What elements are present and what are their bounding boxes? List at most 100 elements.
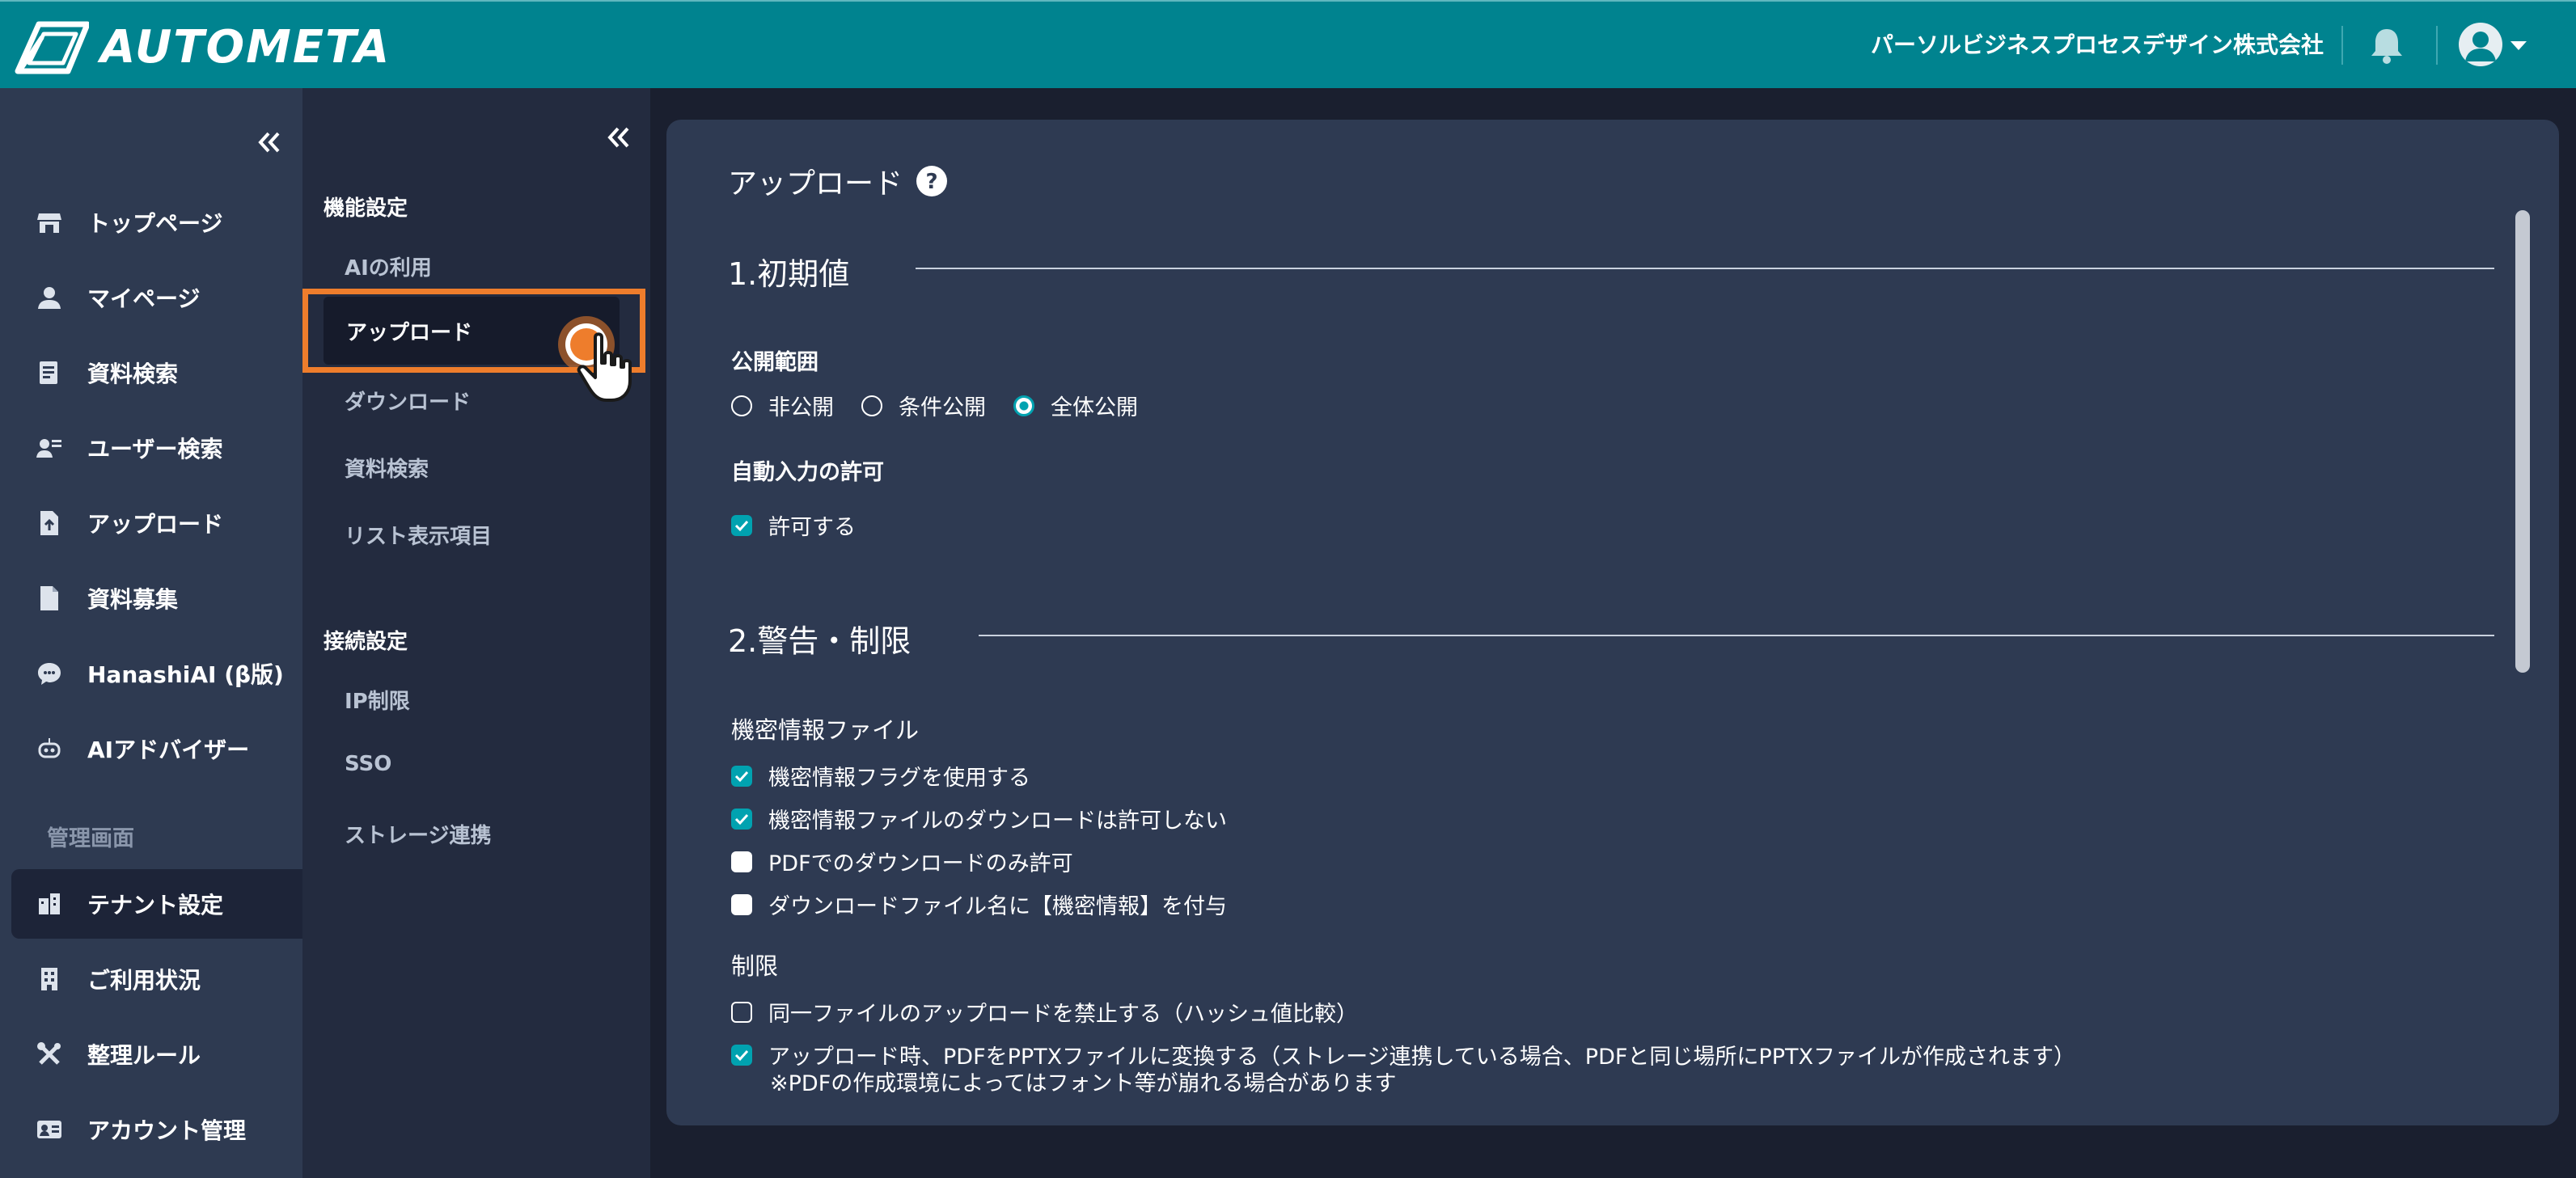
radio-private[interactable]: 非公開 (731, 390, 834, 421)
checkbox-confidential-flag[interactable]: 機密情報フラグを使用する (731, 760, 1030, 792)
radio-label: 全体公開 (1051, 395, 1138, 420)
radio-label: 条件公開 (899, 395, 986, 420)
checkbox-label: 同一ファイルのアップロードを禁止する（ハッシュ値比較） (768, 1002, 1358, 1027)
chat-bubble-icon (38, 663, 61, 685)
checkbox-unchecked[interactable] (731, 851, 752, 872)
radio-conditional[interactable]: 条件公開 (861, 390, 986, 421)
checkbox-hash-compare[interactable]: 同一ファイルのアップロードを禁止する（ハッシュ値比較） (731, 996, 1358, 1028)
radio-button[interactable] (731, 395, 752, 416)
section-divider (979, 635, 2494, 636)
file-icon (40, 586, 58, 610)
sidebar-item-hanashiai[interactable]: HanashiAI (β版) (11, 639, 302, 708)
radio-button-selected[interactable] (1013, 395, 1034, 416)
page-title: アップロード ? (728, 160, 948, 202)
subnav-item-ip[interactable]: IP制限 (345, 685, 410, 715)
panel-scrollbar[interactable] (2515, 210, 2530, 673)
checkbox-label: 許可する (768, 515, 856, 540)
person-icon (38, 287, 61, 309)
radio-public[interactable]: 全体公開 (1013, 390, 1138, 421)
radio-button[interactable] (861, 395, 882, 416)
sidebar-item-doc-search[interactable]: 資料検索 (11, 338, 302, 407)
svg-text:?: ? (925, 170, 937, 194)
checkbox-label: PDFでのダウンロードのみ許可 (768, 851, 1073, 876)
subnav-item-doc-search[interactable]: 資料検索 (345, 453, 429, 483)
collapse-sidebar-icon[interactable] (254, 127, 285, 158)
user-search-icon (36, 439, 61, 458)
checkbox-allow-auto[interactable]: 許可する (731, 509, 856, 541)
sidebar-item-label: HanashiAI (β版) (87, 661, 284, 688)
sidebar-item-label: 資料検索 (87, 361, 179, 387)
caret-down-icon[interactable] (2509, 39, 2528, 52)
sidebar-item-user-search[interactable]: ユーザー検索 (11, 413, 302, 483)
settings-panel: アップロード ? 1.初期値 公開範囲 非公開 条件公開 全体公開 自動入力の許… (666, 120, 2559, 1125)
logo-text: AUTOMETA (100, 21, 391, 74)
main-sidebar: トップページ マイページ 資料検索 ユーザー検索 アップロード 資料募集 Han… (0, 88, 302, 1178)
pointer-hand-icon (577, 332, 632, 402)
settings-subnav: 機能設定 AIの利用 アップロード ダウンロード 資料検索 リスト表示項目 接続… (302, 88, 650, 1178)
sidebar-item-label: 資料募集 (87, 586, 179, 613)
checkbox-unchecked[interactable] (731, 1001, 752, 1023)
app-header: AUTOMETA パーソルビジネスプロセスデザイン株式会社 (0, 0, 2576, 88)
sidebar-item-usage[interactable]: ご利用状況 (11, 944, 302, 1014)
robot-icon (38, 738, 61, 758)
scope-label: 公開範囲 (731, 350, 818, 375)
admin-section-label: 管理画面 (47, 826, 134, 851)
collapse-subnav-icon[interactable] (603, 122, 634, 153)
checkbox-no-download[interactable]: 機密情報ファイルのダウンロードは許可しない (731, 803, 1227, 834)
checkbox-filename-tag[interactable]: ダウンロードファイル名に【機密情報】を付与 (731, 889, 1227, 920)
sidebar-item-label: アップロード (87, 511, 224, 538)
checkbox-checked[interactable] (731, 1044, 752, 1066)
sidebar-item-upload[interactable]: アップロード (11, 488, 302, 558)
tools-icon (37, 1042, 61, 1065)
subnav-item-ai[interactable]: AIの利用 (345, 251, 432, 281)
checkbox-checked[interactable] (731, 808, 752, 830)
checkbox-label: 機密情報フラグを使用する (768, 766, 1030, 791)
sidebar-item-tenant-settings[interactable]: テナント設定 (11, 869, 302, 939)
sidebar-item-accounts[interactable]: アカウント管理 (11, 1095, 302, 1164)
sidebar-item-rules[interactable]: 整理ルール (11, 1020, 302, 1089)
help-icon[interactable]: ? (916, 165, 948, 197)
sidebar-item-label: ご利用状況 (87, 967, 201, 994)
limit-label: 制限 (731, 952, 779, 980)
checkbox-checked[interactable] (731, 765, 752, 787)
subnav-heading-features: 機能設定 (324, 196, 408, 221)
checkbox-checked[interactable] (731, 514, 752, 536)
checkbox-pdf-only[interactable]: PDFでのダウンロードのみ許可 (731, 846, 1073, 877)
store-icon (37, 213, 61, 233)
confidential-label: 機密情報ファイル (731, 716, 920, 744)
sidebar-item-label: 整理ルール (87, 1042, 201, 1069)
subnav-item-download[interactable]: ダウンロード (345, 386, 471, 416)
user-avatar-icon[interactable] (2459, 23, 2502, 66)
radio-label: 非公開 (768, 395, 834, 420)
subnav-item-storage[interactable]: ストレージ連携 (345, 819, 491, 849)
company-name: パーソルビジネスプロセスデザイン株式会社 (1870, 32, 2324, 58)
sidebar-item-label: トップページ (87, 210, 223, 237)
sidebar-item-doc-request[interactable]: 資料募集 (11, 564, 302, 633)
subnav-item-list-columns[interactable]: リスト表示項目 (345, 520, 492, 550)
sidebar-item-top[interactable]: トップページ (11, 188, 302, 257)
sidebar-item-label: アカウント管理 (87, 1117, 247, 1144)
id-card-icon (37, 1121, 61, 1138)
subnav-item-sso[interactable]: SSO (345, 752, 391, 776)
checkbox-label: ダウンロードファイル名に【機密情報】を付与 (768, 894, 1227, 919)
buildings-icon (39, 893, 60, 914)
building-icon (41, 968, 57, 990)
sidebar-item-label: AIアドバイザー (87, 737, 250, 763)
section-warnings-title: 2.警告・制限 (728, 623, 912, 659)
bell-icon[interactable] (2368, 26, 2405, 65)
auto-input-label: 自動入力の許可 (731, 460, 884, 485)
logo[interactable]: AUTOMETA (15, 19, 391, 76)
header-divider (2341, 26, 2343, 65)
sidebar-item-ai-advisor[interactable]: AIアドバイザー (11, 714, 302, 783)
page-title-text: アップロード (728, 167, 903, 201)
sidebar-item-mypage[interactable]: マイページ (11, 263, 302, 332)
sidebar-item-label: マイページ (87, 285, 201, 312)
checkbox-unchecked[interactable] (731, 893, 752, 915)
document-search-icon (40, 361, 57, 384)
sidebar-item-label: テナント設定 (87, 892, 224, 918)
header-divider (2436, 26, 2438, 65)
section-initial-values-title: 1.初期値 (728, 256, 850, 292)
scope-radio-group: 非公開 条件公開 全体公開 (731, 390, 1165, 421)
section-divider (916, 268, 2494, 269)
sidebar-item-label: ユーザー検索 (87, 436, 223, 462)
